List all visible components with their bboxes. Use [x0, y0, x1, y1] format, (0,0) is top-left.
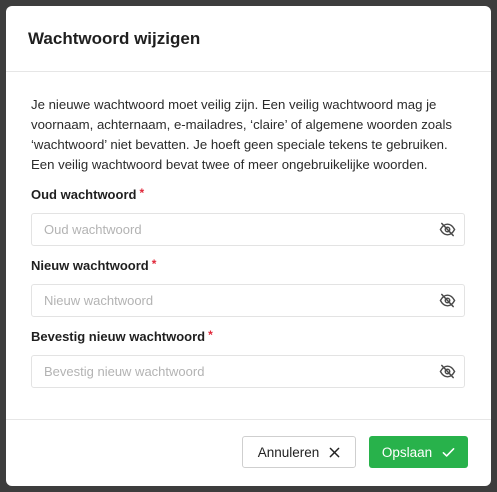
eye-off-icon[interactable] — [439, 293, 456, 308]
cancel-button[interactable]: Annuleren — [242, 436, 356, 468]
save-button[interactable]: Opslaan — [369, 436, 468, 468]
dialog-footer: Annuleren Opslaan — [6, 419, 491, 486]
confirm-password-label: Bevestig nieuw wachtwoord * — [31, 329, 465, 349]
required-marker: * — [208, 328, 213, 342]
confirm-password-field: Bevestig nieuw wachtwoord * — [31, 329, 465, 388]
password-requirements-text: Je nieuwe wachtwoord moet veilig zijn. E… — [31, 97, 452, 172]
new-password-input[interactable] — [32, 285, 464, 316]
check-icon — [442, 447, 455, 457]
close-icon — [329, 447, 340, 457]
new-password-label: Nieuw wachtwoord * — [31, 258, 465, 278]
dialog-title: Wachtwoord wijzigen — [28, 28, 201, 48]
old-password-label-text: Oud wachtwoord — [31, 187, 137, 202]
old-password-input-wrapper — [31, 213, 465, 246]
new-password-input-wrapper — [31, 284, 465, 317]
cancel-button-label: Annuleren — [257, 444, 320, 460]
confirm-password-input-wrapper — [31, 355, 465, 388]
dialog-header: Wachtwoord wijzigen — [6, 6, 491, 72]
dialog-body: Je nieuwe wachtwoord moet veilig zijn. E… — [6, 72, 491, 388]
required-marker: * — [151, 257, 157, 271]
old-password-label: Oud wachtwoord * — [31, 187, 465, 207]
save-button-label: Opslaan — [381, 444, 433, 460]
change-password-dialog: Wachtwoord wijzigen Je nieuwe wachtwoord… — [6, 6, 491, 486]
old-password-field: Oud wachtwoord * — [31, 187, 465, 246]
new-password-label-text: Nieuw wachtwoord — [31, 258, 149, 273]
old-password-input[interactable] — [32, 214, 464, 245]
required-marker: * — [139, 186, 145, 200]
confirm-password-input[interactable] — [32, 356, 464, 387]
eye-off-icon[interactable] — [439, 222, 456, 237]
new-password-field: Nieuw wachtwoord * — [31, 258, 465, 317]
eye-off-icon[interactable] — [439, 364, 456, 379]
confirm-password-label-text: Bevestig nieuw wachtwoord — [31, 329, 206, 344]
